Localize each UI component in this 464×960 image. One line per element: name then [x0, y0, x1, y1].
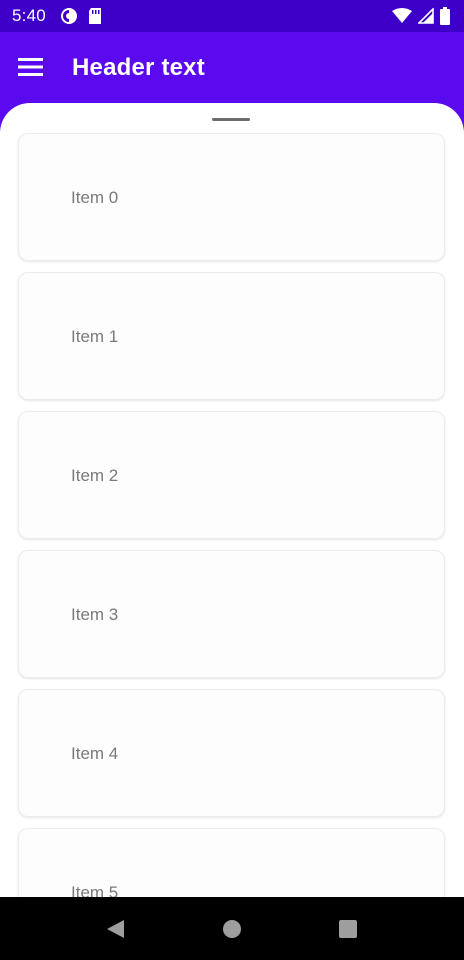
list-item-label: Item 3: [71, 605, 119, 624]
back-icon[interactable]: [104, 917, 128, 941]
status-right-icons: [392, 7, 450, 25]
status-left-icons: [60, 7, 102, 25]
list-item[interactable]: Item 2: [18, 411, 445, 539]
bottom-sheet[interactable]: Item 0 Item 1 Item 2 Item 3 Item 4 Item …: [0, 103, 464, 897]
list-item-label: Item 0: [71, 188, 119, 207]
app-bar: Header text: [0, 32, 464, 104]
list-item[interactable]: Item 3: [18, 550, 445, 678]
sd-card-icon: [89, 8, 101, 24]
screen: 5:40 Header text Item 0 Item 1 Item 2 It…: [0, 0, 464, 960]
status-time: 5:40: [12, 6, 46, 25]
drag-handle[interactable]: [212, 118, 250, 121]
sync-icon: [61, 8, 77, 24]
list-item-label: Item 2: [71, 466, 119, 485]
home-icon[interactable]: [220, 917, 244, 941]
list-item[interactable]: Item 0: [18, 133, 445, 261]
list-item[interactable]: Item 5: [18, 828, 445, 897]
page-title: Header text: [72, 54, 205, 81]
recents-icon[interactable]: [336, 917, 360, 941]
signal-icon: [418, 8, 434, 24]
item-list: Item 0 Item 1 Item 2 Item 3 Item 4 Item …: [18, 133, 445, 897]
navigation-bar: [0, 897, 464, 960]
battery-icon: [440, 7, 450, 25]
list-item[interactable]: Item 4: [18, 689, 445, 817]
list-item-label: Item 5: [71, 883, 119, 897]
list-item-label: Item 1: [71, 327, 119, 346]
menu-icon[interactable]: [18, 56, 44, 78]
status-bar: 5:40: [0, 0, 464, 32]
wifi-icon: [392, 8, 412, 23]
list-item-label: Item 4: [71, 744, 119, 763]
list-item[interactable]: Item 1: [18, 272, 445, 400]
